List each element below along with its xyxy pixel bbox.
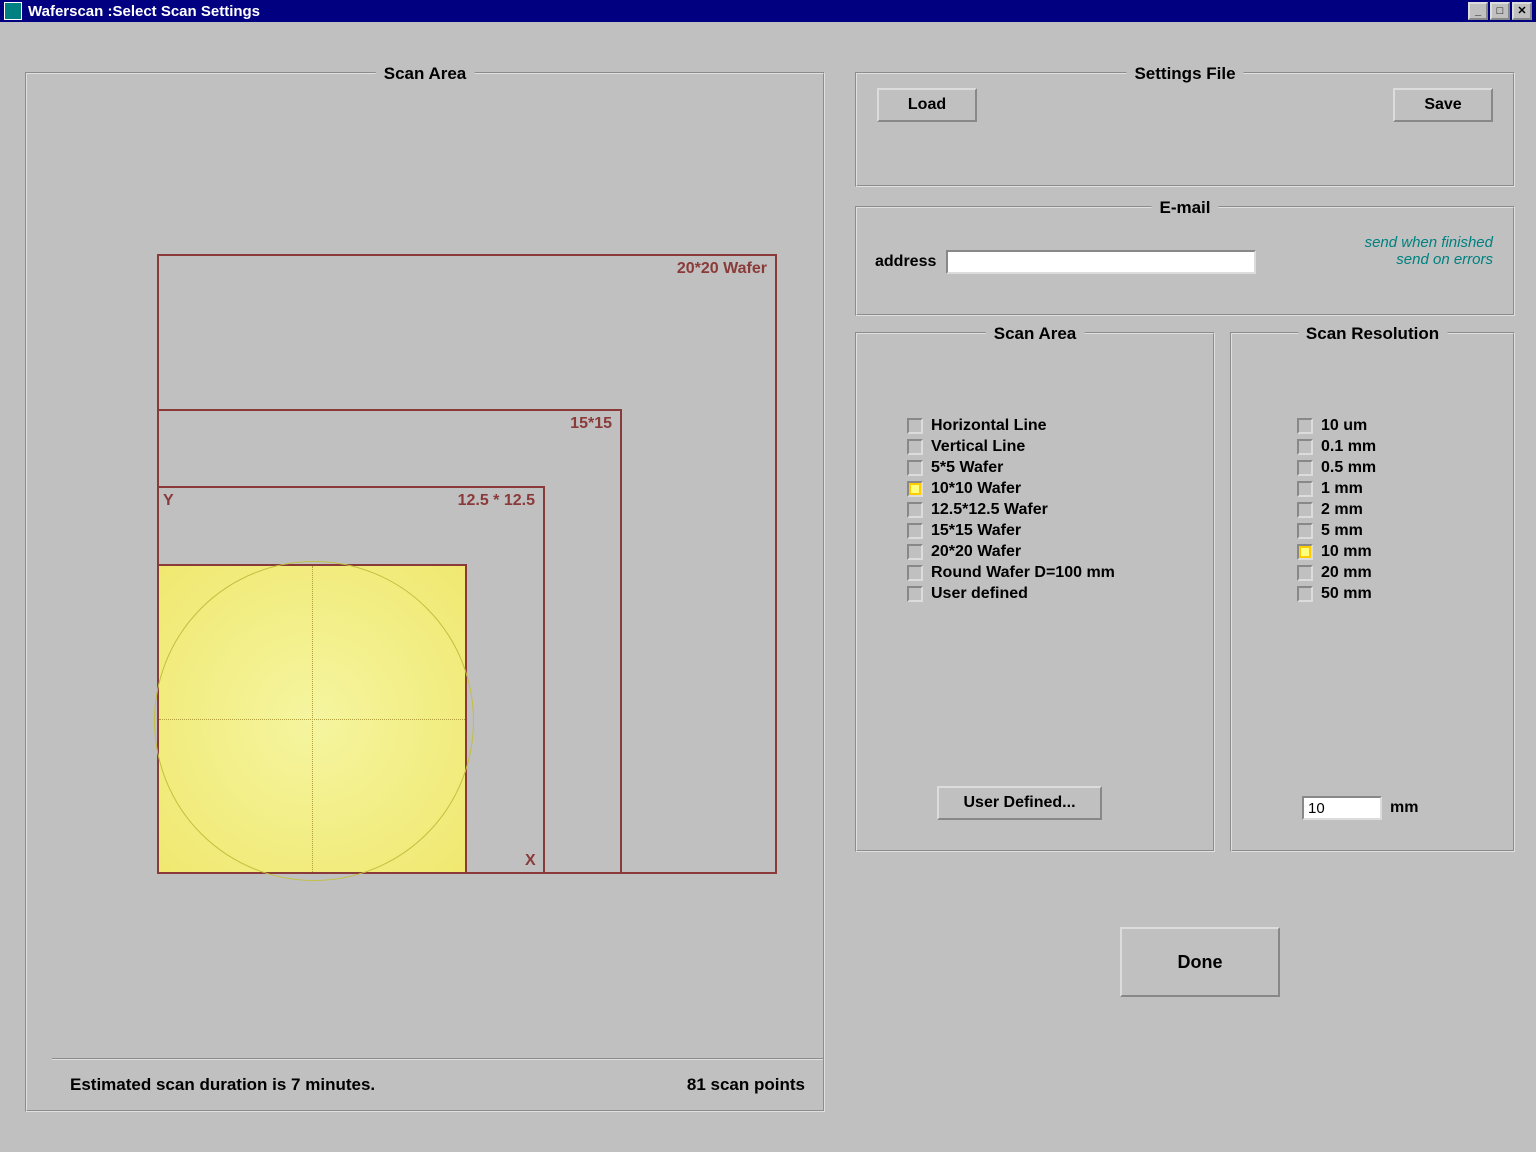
user-defined-button[interactable]: User Defined... [937,786,1102,820]
status-bar: Estimated scan duration is 7 minutes. 81… [52,1058,823,1110]
scan-resolution-panel: Scan Resolution 10 um0.1 mm0.5 mm1 mm2 m… [1230,332,1515,852]
x-axis-label: X [525,852,536,870]
radio-box-icon[interactable] [907,544,923,560]
scan-resolution-option-label: 10 um [1321,417,1367,435]
radio-box-icon[interactable] [907,523,923,539]
titlebar: Waferscan :Select Scan Settings _ □ ✕ [0,0,1536,22]
scan-area-option-label: Vertical Line [931,438,1025,456]
scan-area-title: Scan Area [986,324,1085,344]
scan-resolution-option[interactable]: 50 mm [1297,585,1376,603]
scan-area-option-label: 20*20 Wafer [931,543,1021,561]
done-button[interactable]: Done [1120,927,1280,997]
settings-file-title: Settings File [1126,64,1243,84]
scan-resolution-option-label: 20 mm [1321,564,1372,582]
radio-box-icon[interactable] [907,502,923,518]
scan-resolution-option[interactable]: 5 mm [1297,522,1376,540]
scan-area-option[interactable]: Horizontal Line [907,417,1115,435]
window-title: Waferscan :Select Scan Settings [28,3,260,20]
scan-resolution-option[interactable]: 10 um [1297,417,1376,435]
email-address-label: address [875,253,936,271]
close-button[interactable]: ✕ [1512,2,1532,20]
scan-resolution-option-label: 1 mm [1321,480,1363,498]
scan-area-option-label: 5*5 Wafer [931,459,1003,477]
scan-area-option-label: Round Wafer D=100 mm [931,564,1115,582]
scan-area-option-label: 15*15 Wafer [931,522,1021,540]
radio-box-icon[interactable] [907,565,923,581]
resolution-unit-label: mm [1390,799,1418,817]
radio-box-icon[interactable] [1297,544,1313,560]
wafer-diagram: 20*20 Wafer 15*15 12.5 * 12.5 Y X [157,254,787,894]
email-address-input[interactable] [946,250,1256,274]
scan-area-option[interactable]: User defined [907,585,1115,603]
load-button[interactable]: Load [877,88,977,122]
radio-box-icon[interactable] [1297,418,1313,434]
scan-resolution-option[interactable]: 10 mm [1297,543,1376,561]
radio-box-icon[interactable] [1297,439,1313,455]
radio-box-icon[interactable] [907,586,923,602]
status-duration: Estimated scan duration is 7 minutes. [70,1075,375,1095]
scan-resolution-option-label: 0.5 mm [1321,459,1376,477]
scan-area-option[interactable]: Round Wafer D=100 mm [907,564,1115,582]
radio-box-icon[interactable] [1297,586,1313,602]
scan-resolution-option-label: 50 mm [1321,585,1372,603]
email-send-finished-label[interactable]: send when finished [1365,234,1493,251]
scan-area-option-label: Horizontal Line [931,417,1047,435]
scan-resolution-option-label: 0.1 mm [1321,438,1376,456]
resolution-value-input[interactable] [1302,796,1382,820]
scan-area-option-label: 12.5*12.5 Wafer [931,501,1048,519]
scan-area-option[interactable]: 15*15 Wafer [907,522,1115,540]
rect-20x20-label: 20*20 Wafer [677,260,767,278]
settings-file-panel: Settings File Load Save [855,72,1515,187]
rect-12p5-label: 12.5 * 12.5 [458,492,535,510]
scan-area-option[interactable]: 10*10 Wafer [907,480,1115,498]
scan-area-option[interactable]: 20*20 Wafer [907,543,1115,561]
scan-resolution-option-label: 2 mm [1321,501,1363,519]
radio-box-icon[interactable] [907,418,923,434]
radio-box-icon[interactable] [907,439,923,455]
scan-resolution-option[interactable]: 0.1 mm [1297,438,1376,456]
radio-box-icon[interactable] [1297,502,1313,518]
app-icon [4,2,22,20]
scan-resolution-option[interactable]: 2 mm [1297,501,1376,519]
y-axis-label: Y [163,492,174,510]
radio-box-icon[interactable] [907,460,923,476]
scan-resolution-option[interactable]: 0.5 mm [1297,459,1376,477]
wafer-circle-icon [154,561,474,881]
scan-resolution-option[interactable]: 20 mm [1297,564,1376,582]
scan-resolution-option-label: 10 mm [1321,543,1372,561]
maximize-button[interactable]: □ [1490,2,1510,20]
scan-area-option-label: User defined [931,585,1028,603]
radio-box-icon[interactable] [1297,523,1313,539]
radio-box-icon[interactable] [1297,565,1313,581]
crosshair-h-icon [159,719,465,720]
minimize-button[interactable]: _ [1468,2,1488,20]
radio-box-icon[interactable] [907,481,923,497]
status-points: 81 scan points [687,1075,805,1095]
scan-area-panel: Scan Area Horizontal LineVertical Line5*… [855,332,1215,852]
radio-box-icon[interactable] [1297,460,1313,476]
email-title: E-mail [1151,198,1218,218]
scan-area-option[interactable]: Vertical Line [907,438,1115,456]
rect-15x15-label: 15*15 [570,415,612,433]
scan-area-diagram-panel: Scan Area 20*20 Wafer 15*15 12.5 * 12.5 … [25,72,825,1112]
scan-resolution-option[interactable]: 1 mm [1297,480,1376,498]
wafer-10x10-fill [157,564,467,874]
email-send-errors-label[interactable]: send on errors [1365,251,1493,268]
scan-resolution-title: Scan Resolution [1298,324,1447,344]
save-button[interactable]: Save [1393,88,1493,122]
scan-area-option-label: 10*10 Wafer [931,480,1021,498]
radio-box-icon[interactable] [1297,481,1313,497]
scan-resolution-option-label: 5 mm [1321,522,1363,540]
email-panel: E-mail address send when finished send o… [855,206,1515,316]
scan-area-option[interactable]: 12.5*12.5 Wafer [907,501,1115,519]
scan-area-option[interactable]: 5*5 Wafer [907,459,1115,477]
scan-area-diagram-title: Scan Area [376,64,475,84]
